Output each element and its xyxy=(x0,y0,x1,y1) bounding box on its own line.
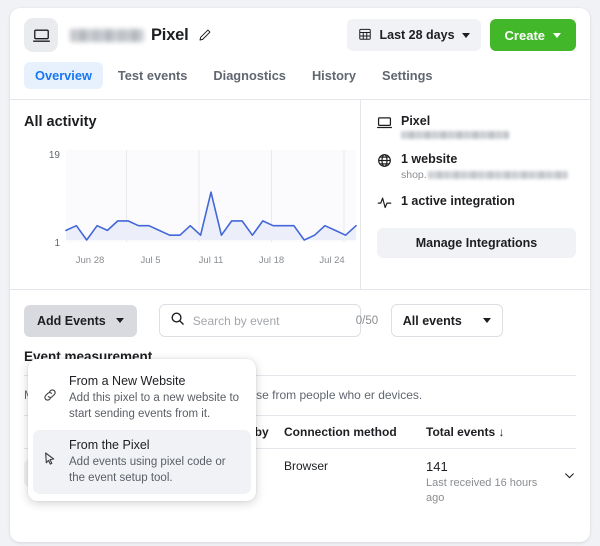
activity-title: All activity xyxy=(24,114,346,130)
tab-test-events[interactable]: Test events xyxy=(107,62,198,89)
integration-count-label: 1 active integration xyxy=(401,194,515,215)
pixel-label: Pixel xyxy=(401,114,509,128)
connection-method-cell: Browser xyxy=(284,459,426,473)
page-title: Pixel xyxy=(70,26,212,45)
chevron-down-icon xyxy=(116,318,124,323)
column-header-total-events-label: Total events xyxy=(426,425,495,439)
event-filter-dropdown[interactable]: All events xyxy=(391,304,503,337)
add-events-button[interactable]: Add Events xyxy=(24,305,137,337)
info-row-pixel: Pixel xyxy=(377,114,576,139)
menu-item-from-the-pixel[interactable]: From the Pixel Add events using pixel co… xyxy=(33,430,251,494)
search-icon xyxy=(170,311,185,331)
app-root: Pixel Last 28 days xyxy=(0,0,600,546)
tab-history[interactable]: History xyxy=(301,62,367,89)
pencil-edit-icon[interactable] xyxy=(198,28,212,42)
menu-item-from-new-website[interactable]: From a New Website Add this pixel to a n… xyxy=(33,366,251,430)
pixel-id-redacted xyxy=(401,131,509,139)
chevron-down-icon xyxy=(462,33,470,38)
website-url-redacted xyxy=(428,171,568,179)
events-controls: Add Events 0/50 All events xyxy=(10,290,590,349)
last-received-text: Last received 16 hours ago xyxy=(426,476,544,506)
chevron-down-icon xyxy=(483,318,491,323)
total-events-value: 141 xyxy=(426,459,554,474)
page-header: Pixel Last 28 days xyxy=(10,8,590,62)
row-expand-button[interactable] xyxy=(554,459,576,482)
tab-overview[interactable]: Overview xyxy=(24,62,103,89)
tab-diagnostics[interactable]: Diagnostics xyxy=(202,62,297,89)
search-character-counter: 0/50 xyxy=(356,315,378,327)
chevron-down-icon xyxy=(563,469,576,482)
date-range-picker[interactable]: Last 28 days xyxy=(347,19,480,51)
date-range-label: Last 28 days xyxy=(379,28,454,42)
x-axis-tick-label: Jul 11 xyxy=(187,255,235,266)
website-url-prefix: shop. xyxy=(401,169,427,181)
header-actions: Last 28 days Create xyxy=(347,19,576,51)
manage-integrations-button[interactable]: Manage Integrations xyxy=(377,228,576,258)
menu-item-title: From a New Website xyxy=(69,374,242,388)
pixel-monitor-icon xyxy=(377,114,392,139)
column-header-total-events[interactable]: Total events ↓ xyxy=(426,425,576,439)
info-row-website: 1 website shop. xyxy=(377,152,576,181)
website-count-label: 1 website xyxy=(401,152,568,166)
tab-settings[interactable]: Settings xyxy=(371,62,443,89)
create-button-label: Create xyxy=(505,28,545,43)
activity-chart-svg: 19 1 xyxy=(24,144,360,252)
search-input[interactable] xyxy=(193,314,348,328)
pixel-monitor-icon xyxy=(24,18,58,52)
menu-item-description: Add events using pixel code or the event… xyxy=(69,454,242,486)
add-events-dropdown-menu: From a New Website Add this pixel to a n… xyxy=(28,359,256,501)
website-url: shop. xyxy=(401,169,568,181)
x-axis-tick-label: Jul 24 xyxy=(308,255,356,266)
svg-text:19: 19 xyxy=(49,150,61,161)
event-filter-label: All events xyxy=(403,314,462,328)
search-box[interactable]: 0/50 xyxy=(159,304,361,337)
add-events-label: Add Events xyxy=(37,314,106,328)
cursor-pointer-icon xyxy=(42,438,59,486)
menu-item-title: From the Pixel xyxy=(69,438,242,452)
pixel-info-panel: Pixel 1 website sh xyxy=(360,100,590,289)
tab-bar: Overview Test events Diagnostics History… xyxy=(10,62,590,100)
overview-body: All activity 19 1 Jun 28 Jul 5 Jul 11 Jul 1… xyxy=(10,100,590,290)
calendar-icon xyxy=(358,27,372,44)
menu-item-description: Add this pixel to a new website to start… xyxy=(69,390,242,422)
svg-text:1: 1 xyxy=(54,238,60,249)
activity-panel: All activity 19 1 Jun 28 Jul 5 Jul 11 Jul 1… xyxy=(10,100,360,289)
total-events-cell: 141 Last received 16 hours ago xyxy=(426,459,554,506)
info-row-integration: 1 active integration xyxy=(377,194,576,215)
activity-chart: 19 1 Jun 28Jul 5Jul 11Jul 18Jul 24 xyxy=(24,144,346,279)
x-axis-tick-label: Jul 18 xyxy=(248,255,296,266)
create-button[interactable]: Create xyxy=(490,19,576,51)
pixel-name-redacted xyxy=(70,29,144,42)
chart-x-axis: Jun 28 Jul 5 Jul 11 Jul 18 Jul 24 xyxy=(66,255,356,266)
sort-descending-icon: ↓ xyxy=(498,425,504,439)
chevron-down-icon xyxy=(553,33,561,38)
globe-icon xyxy=(377,152,392,181)
column-header-connection-method[interactable]: Connection method xyxy=(284,425,426,439)
x-axis-tick-label: Jul 5 xyxy=(127,255,175,266)
x-axis-tick-label: Jun 28 xyxy=(66,255,114,266)
pixel-overview-card: Pixel Last 28 days xyxy=(10,8,590,542)
pulse-activity-icon xyxy=(377,194,392,215)
page-title-text: Pixel xyxy=(151,26,189,45)
link-chain-icon xyxy=(42,374,59,422)
